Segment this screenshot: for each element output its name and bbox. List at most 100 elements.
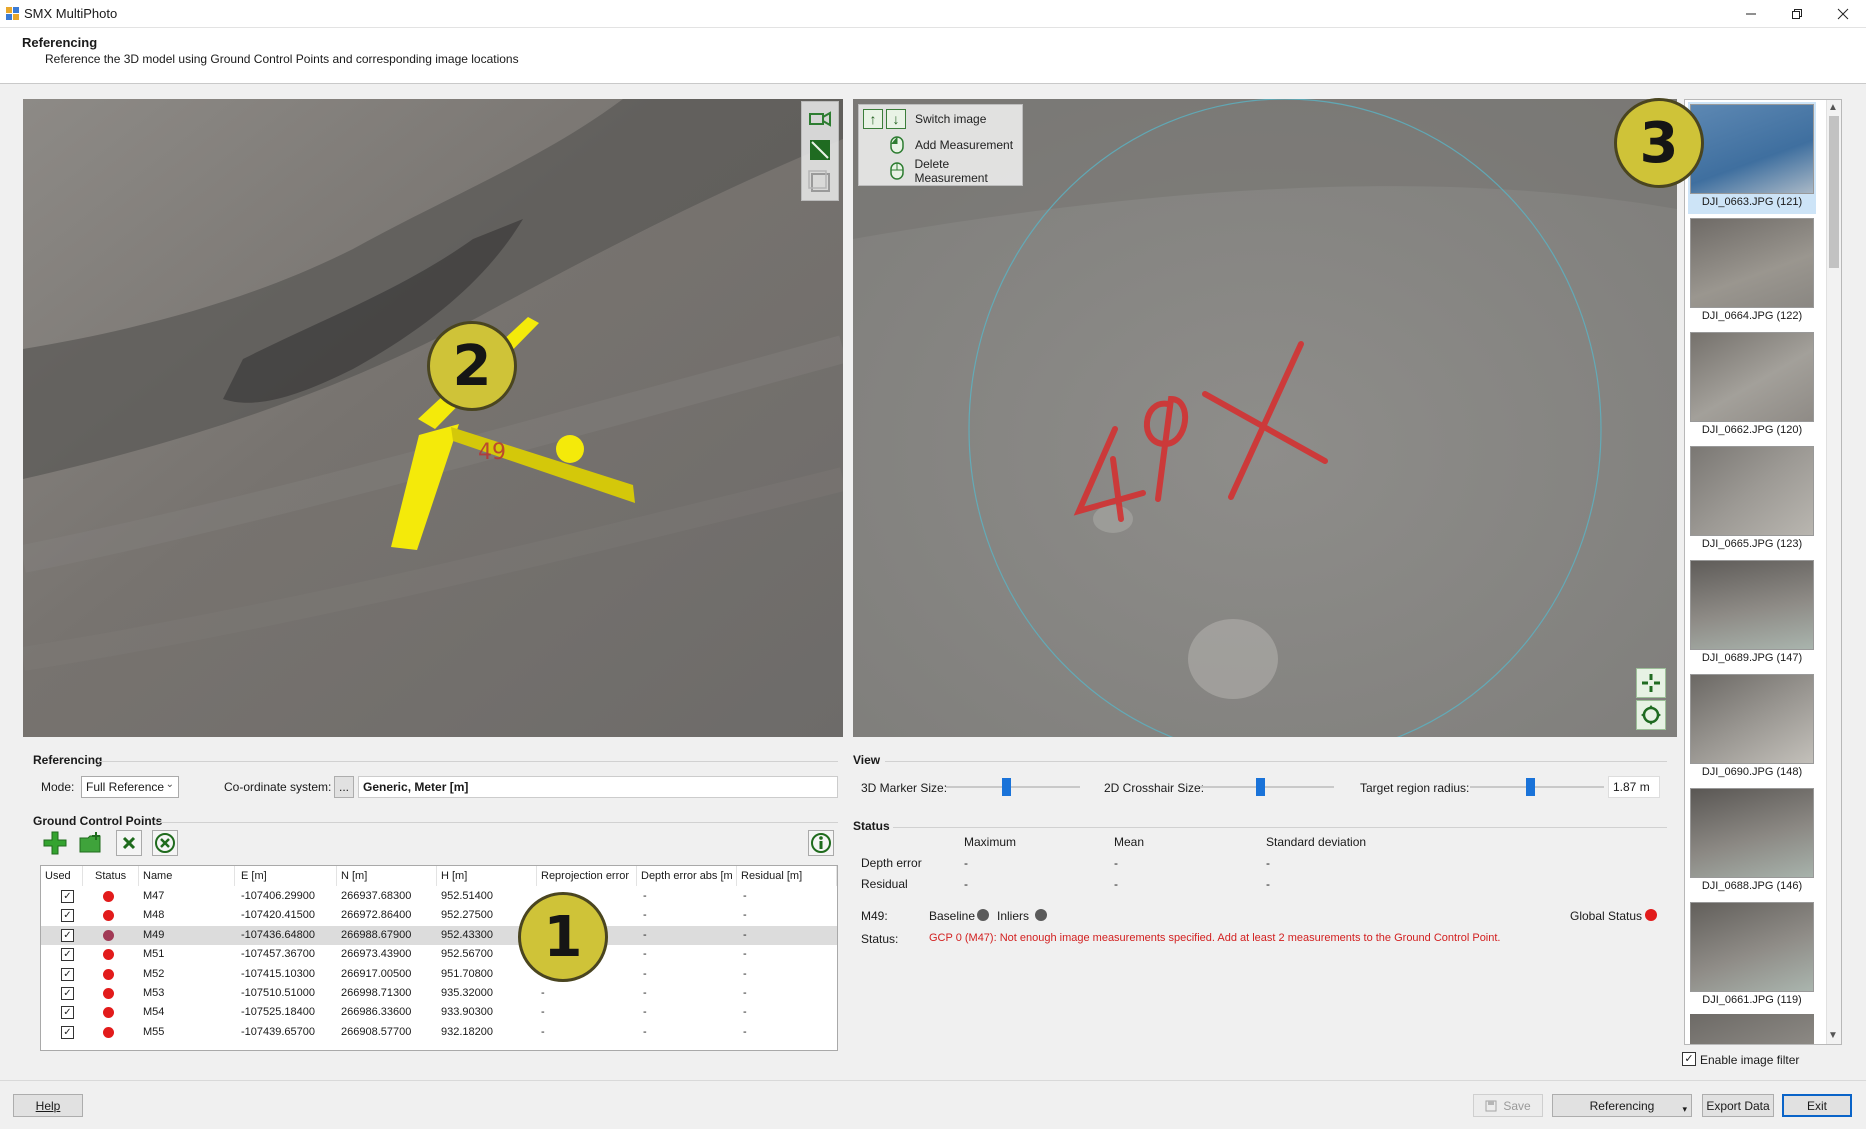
slider-thumb[interactable] bbox=[1256, 778, 1265, 796]
camera-view-button[interactable] bbox=[805, 105, 835, 133]
used-checkbox[interactable]: ✓ bbox=[61, 909, 74, 923]
target-radius-slider[interactable] bbox=[1470, 772, 1604, 802]
used-checkbox[interactable]: ✓ bbox=[61, 967, 74, 981]
column-header[interactable]: Residual [m] bbox=[737, 866, 837, 886]
exit-button[interactable]: Exit bbox=[1782, 1094, 1852, 1117]
slider-track[interactable] bbox=[1200, 786, 1334, 788]
import-gcp-button[interactable] bbox=[78, 830, 104, 856]
image-2d-viewport[interactable]: ↑ ↓ Switch image Add Measurement Delete … bbox=[853, 99, 1677, 737]
thumbnail-image bbox=[1690, 674, 1814, 764]
page-title: Referencing bbox=[22, 35, 98, 50]
arrow-up-icon[interactable]: ↑ bbox=[863, 109, 883, 129]
thumbnail-item[interactable]: DJI_0661.JPG (119) bbox=[1688, 900, 1816, 1012]
status-dot bbox=[103, 949, 114, 961]
status-col-std: Standard deviation bbox=[1266, 835, 1367, 849]
folder-open-icon bbox=[79, 832, 101, 853]
title-bar bbox=[0, 0, 1866, 28]
scrollbar-thumb[interactable] bbox=[1829, 116, 1839, 268]
image-filter-checkbox[interactable]: ✓ bbox=[1682, 1052, 1696, 1066]
export-data-button[interactable]: Export Data bbox=[1702, 1094, 1774, 1117]
table-row[interactable]: ✓ M48 -107420.41500 266972.86400 952.27500 - - bbox=[41, 906, 837, 925]
cell-e: -107436.64800 bbox=[241, 928, 316, 941]
thumbnail-image bbox=[1690, 560, 1814, 650]
table-row[interactable]: ✓ M51 -107457.36700 266973.43900 952.56700 - - bbox=[41, 945, 837, 964]
save-button[interactable]: Save bbox=[1473, 1094, 1543, 1117]
selected-gcp-label: M49: bbox=[861, 909, 888, 923]
scroll-up-icon[interactable]: ▲ bbox=[1828, 102, 1838, 113]
column-header[interactable]: Reprojection error bbox=[537, 866, 637, 886]
app-icon bbox=[6, 7, 20, 21]
add-gcp-button[interactable] bbox=[42, 830, 68, 856]
thumbnail-item[interactable]: DJI_0663.JPG (121) bbox=[1688, 102, 1816, 214]
info-button[interactable] bbox=[808, 830, 834, 856]
used-checkbox[interactable]: ✓ bbox=[61, 1025, 74, 1039]
mouse-left-click-icon bbox=[890, 136, 904, 154]
used-checkbox[interactable]: ✓ bbox=[61, 1006, 74, 1020]
table-row[interactable]: ✓ M49 -107436.64800 266988.67900 952.43300 - - bbox=[41, 925, 837, 945]
thumbnail-item[interactable]: DJI_0665.JPG (123) bbox=[1688, 444, 1816, 556]
slider-thumb[interactable] bbox=[1002, 778, 1011, 796]
column-header[interactable]: Used bbox=[41, 866, 83, 886]
thumbnail-item[interactable]: DJI_0664.JPG (122) bbox=[1688, 216, 1816, 328]
crosshair-size-slider[interactable] bbox=[1200, 772, 1334, 802]
column-header[interactable]: H [m] bbox=[437, 866, 537, 886]
slider-track[interactable] bbox=[946, 786, 1080, 788]
thumbnail-item[interactable]: DJI_0689.JPG (147) bbox=[1688, 558, 1816, 670]
cell-h: 932.18200 bbox=[441, 1025, 493, 1038]
mode-select[interactable]: Full Reference ⌄ bbox=[81, 776, 179, 798]
cell-n: 266972.86400 bbox=[341, 909, 412, 922]
target-radius-value[interactable]: 1.87 m bbox=[1608, 776, 1660, 798]
coordinate-system-browse-button[interactable]: ... bbox=[334, 776, 354, 798]
table-row[interactable]: ✓ M53 -107510.51000 266998.71300 935.32000 - -… bbox=[41, 984, 837, 1003]
slider-track[interactable] bbox=[1470, 786, 1604, 788]
used-checkbox[interactable]: ✓ bbox=[61, 987, 74, 1000]
model-3d-viewport[interactable]: 49 2 bbox=[23, 99, 843, 737]
used-checkbox[interactable]: ✓ bbox=[61, 928, 74, 942]
add-crosshair-button[interactable] bbox=[1636, 668, 1666, 698]
baseline-status-dot bbox=[977, 909, 989, 921]
cell-name: M49 bbox=[143, 928, 165, 941]
frame-button[interactable] bbox=[805, 168, 835, 196]
coordinate-system-field[interactable]: Generic, Meter [m] bbox=[358, 776, 838, 798]
slider-thumb[interactable] bbox=[1526, 778, 1535, 796]
thumbnail-item[interactable]: DJI_0662.JPG (120) bbox=[1688, 330, 1816, 442]
cell-res: - bbox=[743, 890, 747, 902]
scroll-down-icon[interactable]: ▼ bbox=[1828, 1030, 1838, 1041]
table-row[interactable]: ✓ M47 -107406.29900 266937.68300 952.51400 - - bbox=[41, 887, 837, 906]
status-dot bbox=[103, 891, 114, 902]
cell-depth: - bbox=[643, 987, 647, 999]
column-header[interactable]: N [m] bbox=[337, 866, 437, 886]
thumbnail-item[interactable]: DJI_0690.JPG (148) bbox=[1688, 672, 1816, 784]
status-dot bbox=[103, 1007, 114, 1019]
cell-e: -107439.65700 bbox=[241, 1025, 316, 1038]
legend-switch-row: ↑ ↓ Switch image bbox=[863, 108, 986, 130]
used-checkbox[interactable]: ✓ bbox=[61, 948, 74, 962]
view-toggle-button[interactable] bbox=[805, 136, 835, 164]
cell-res: - bbox=[743, 909, 747, 922]
arrow-down-icon[interactable]: ↓ bbox=[886, 109, 906, 129]
annotation-badge-2: 2 bbox=[427, 321, 517, 411]
minimize-button[interactable] bbox=[1728, 0, 1774, 28]
cell-h: 952.56700 bbox=[441, 948, 493, 961]
column-header[interactable]: Name bbox=[139, 866, 235, 886]
column-header[interactable]: E [m] bbox=[237, 866, 337, 886]
referencing-dropdown-button[interactable]: Referencing ▾ bbox=[1552, 1094, 1692, 1117]
remove-gcp-button[interactable] bbox=[116, 830, 142, 856]
gcp-table[interactable]: Used Status Name E [m] N [m] H [m] Repro… bbox=[40, 865, 838, 1051]
center-target-button[interactable] bbox=[1636, 700, 1666, 730]
viewport-splitter[interactable] bbox=[846, 99, 851, 737]
close-button[interactable] bbox=[1820, 0, 1866, 28]
help-button[interactable]: Help bbox=[13, 1094, 83, 1117]
thumbnail-item[interactable]: DJI_0688.JPG (146) bbox=[1688, 786, 1816, 898]
thumbnail-image bbox=[1690, 788, 1814, 878]
restore-button[interactable] bbox=[1774, 0, 1820, 28]
table-row[interactable]: ✓ M54 -107525.18400 266986.33600 933.90300 - -… bbox=[41, 1003, 837, 1022]
table-row[interactable]: ✓ M55 -107439.65700 266908.57700 932.18200 - -… bbox=[41, 1023, 837, 1042]
used-checkbox[interactable]: ✓ bbox=[61, 890, 74, 903]
marker-size-slider[interactable] bbox=[946, 772, 1080, 802]
column-header[interactable]: Depth error abs [m bbox=[637, 866, 737, 886]
table-row[interactable]: ✓ M52 -107415.10300 266917.00500 951.70800 - - bbox=[41, 965, 837, 984]
column-header[interactable]: Status bbox=[91, 866, 139, 886]
image-thumbnail-list[interactable]: DJI_0663.JPG (121) DJI_0664.JPG (122) DJ… bbox=[1684, 99, 1842, 1045]
clear-gcp-button[interactable] bbox=[152, 830, 178, 856]
